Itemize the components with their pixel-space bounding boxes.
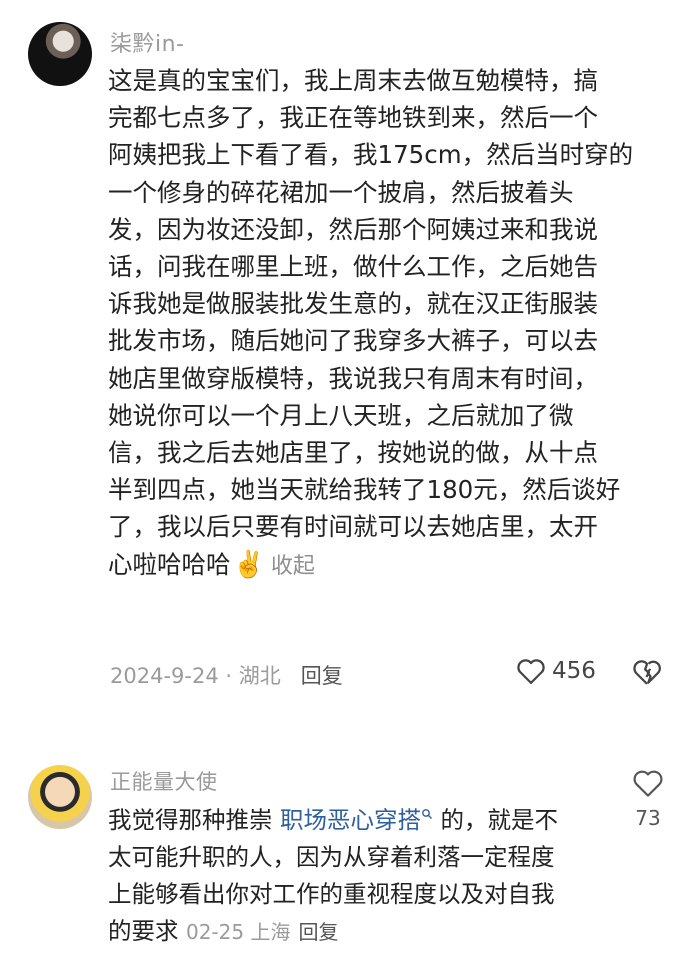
search-icon (422, 809, 432, 819)
comment-line: 太可能升职的人，因为从穿着利落一定程度 (108, 843, 555, 871)
comment-line-suffix: 的，就是不 (432, 806, 558, 834)
topic-link[interactable]: 职场恶心穿搭 (280, 806, 433, 834)
like-count: 456 (552, 658, 596, 684)
like-count: 73 (635, 806, 661, 830)
comment-line-prefix: 我觉得那种推崇 (108, 806, 280, 834)
comment-line: 半到四点，她当天就给我转了180元，然后谈好 (108, 475, 621, 505)
like-button[interactable]: 73 (626, 768, 670, 830)
comment-line: 完都七点多了，我正在等地铁到来，然后一个 (108, 103, 598, 133)
comment-line: 的要求 (108, 917, 179, 945)
heart-icon (517, 659, 545, 684)
comment-line: 诉我她是做服装批发生意的，就在汉正街服装 (108, 289, 598, 319)
username[interactable]: 正能量大使 (110, 766, 218, 796)
comment-line: 心啦哈哈哈 (108, 549, 231, 579)
comment-line: 她店里做穿版模特，我说我只有周末有时间， (108, 363, 598, 393)
like-button[interactable]: 456 (516, 657, 596, 685)
comment-line: 阿姨把我上下看了看，我175cm，然后当时穿的 (108, 140, 634, 170)
date-location: 2024-9-24 · 湖北 (110, 664, 281, 688)
avatar[interactable] (28, 765, 92, 829)
comment-line: 发，因为妆还没卸，然后那个阿姨过来和我说 (108, 214, 598, 244)
comment-text: 我觉得那种推崇 职场恶心穿搭 的，就是不 太可能升职的人，因为从穿着利落一定程度… (108, 802, 588, 951)
collapse-link[interactable]: 收起 (271, 554, 315, 579)
comment-line: 上能够看出你对工作的重视程度以及对自我 (108, 880, 555, 908)
comment-line: 她说你可以一个月上八天班，之后就加了微 (108, 400, 574, 430)
broken-heart-icon (633, 660, 661, 685)
reply-button[interactable]: 回复 (298, 920, 338, 944)
comment-meta: 02-25 上海 回复 (186, 920, 338, 944)
dislike-button[interactable] (632, 658, 662, 690)
avatar[interactable] (28, 22, 92, 86)
reply-button[interactable]: 回复 (301, 664, 343, 688)
comment-text: 这是真的宝宝们，我上周末去做互勉模特，搞 完都七点多了，我正在等地铁到来，然后一… (108, 62, 668, 585)
comment-line: 一个修身的碎花裙加一个披肩，然后披着头 (108, 177, 574, 207)
victory-hand-icon: ✌️ (232, 549, 265, 580)
comment-line: 了，我以后只要有时间就可以去她店里，太开 (108, 512, 598, 542)
comment-line: 话，问我在哪里上班，做什么工作，之后她告 (108, 252, 598, 282)
heart-icon (633, 770, 663, 797)
comment-line: 信，我之后去她店里了，按她说的做，从十点 (108, 438, 598, 468)
comment-meta: 2024-9-24 · 湖北 回复 (110, 660, 343, 690)
comment-line: 批发市场，随后她问了我穿多大裤子，可以去 (108, 326, 598, 356)
date-location: 02-25 上海 (185, 920, 291, 944)
topic-link-text: 职场恶心穿搭 (279, 806, 421, 834)
comment-line: 这是真的宝宝们，我上周末去做互勉模特，搞 (108, 66, 598, 95)
username[interactable]: 柒黔in- (110, 26, 185, 58)
